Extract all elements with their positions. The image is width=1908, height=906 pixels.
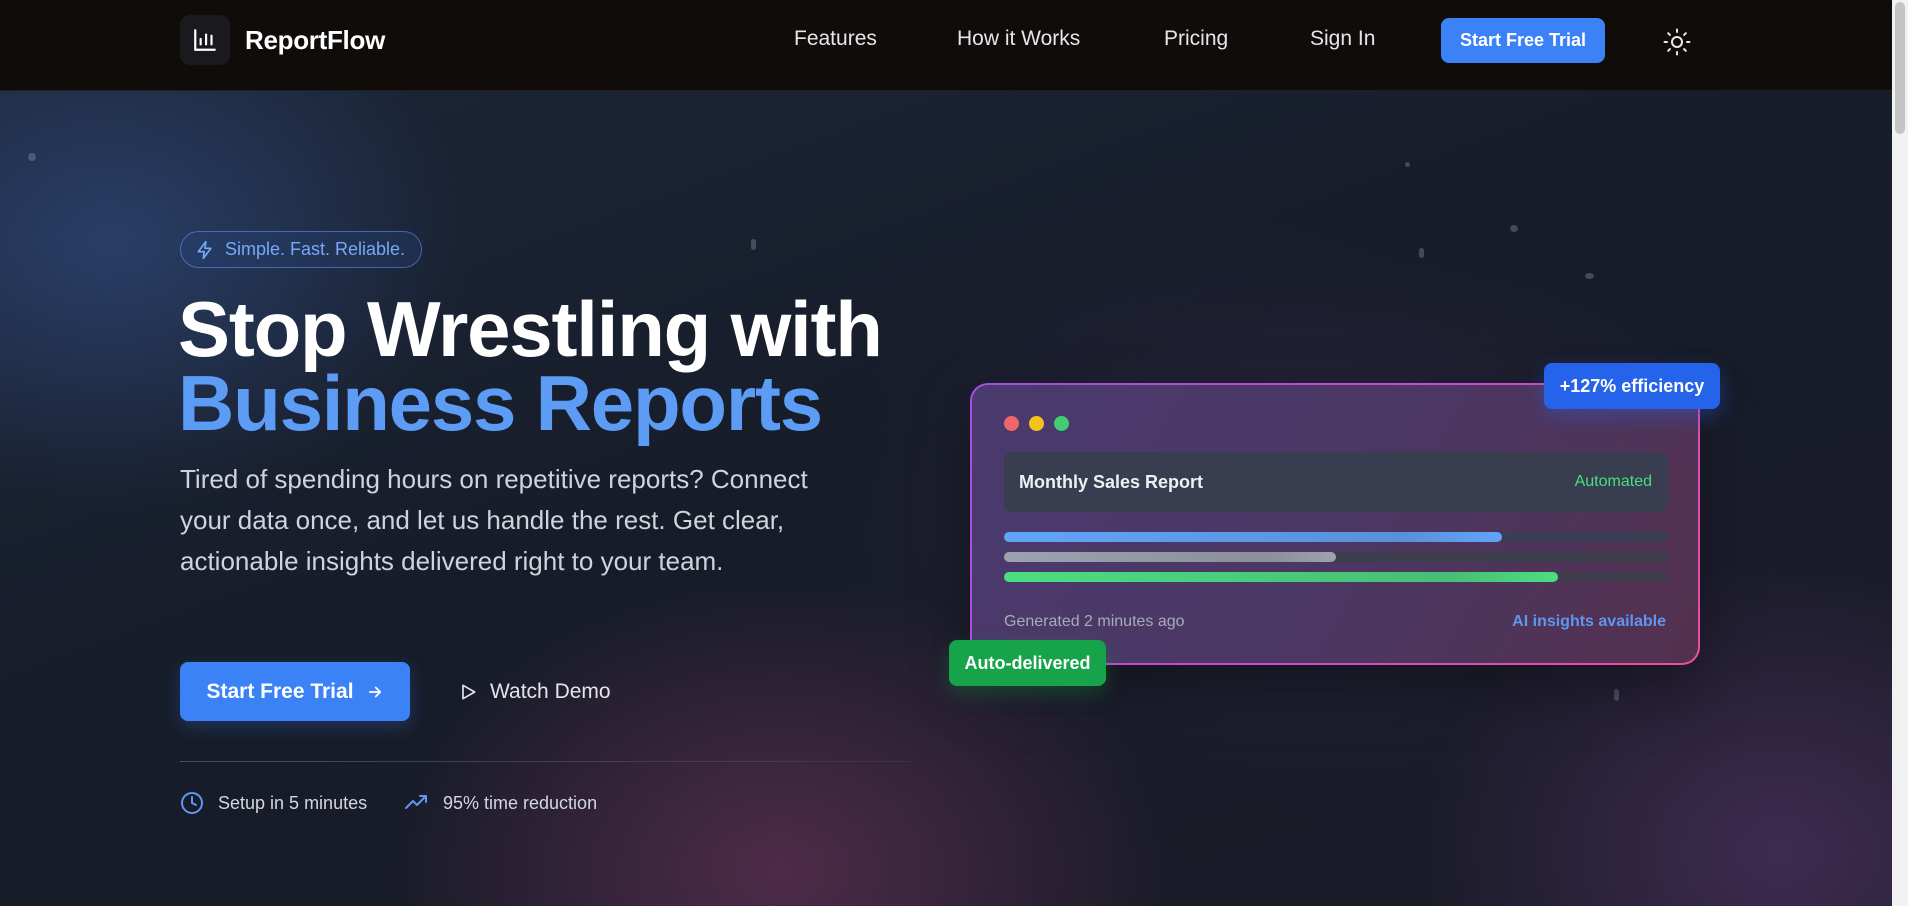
watch-demo-label: Watch Demo: [490, 679, 611, 703]
progress-fill: [1004, 572, 1559, 582]
progress-fill: [1004, 532, 1502, 542]
decor-dot: [1585, 273, 1594, 279]
clock-icon: [181, 792, 203, 814]
nav-link-pricing[interactable]: Pricing: [1164, 27, 1228, 51]
decor-dot: [1510, 225, 1518, 232]
nav-start-trial-button[interactable]: Start Free Trial: [1441, 18, 1605, 63]
stat-reduction-label: 95% time reduction: [443, 792, 598, 813]
stat-setup-label: Setup in 5 minutes: [218, 792, 368, 813]
page-scrollbar[interactable]: [1892, 0, 1908, 906]
report-title: Monthly Sales Report: [1019, 472, 1204, 492]
sun-icon[interactable]: [1662, 27, 1692, 57]
scrollbar-thumb[interactable]: [1895, 2, 1905, 134]
report-preview-card: Monthly Sales Report Automated Generated…: [970, 383, 1700, 665]
decor-dot: [1419, 248, 1424, 258]
progress-bar: [1004, 532, 1668, 542]
window-close-dot: [1004, 416, 1019, 431]
headline-line-2: Business Reports: [178, 359, 823, 447]
trending-up-icon: [405, 795, 427, 809]
lightning-icon: [197, 240, 212, 259]
hero-divider: [180, 761, 910, 762]
nav-link-features[interactable]: Features: [794, 27, 877, 51]
progress-fill: [1004, 552, 1336, 562]
auto-delivered-badge: Auto-delivered: [949, 640, 1106, 686]
start-trial-label: Start Free Trial: [206, 679, 354, 703]
start-trial-button[interactable]: Start Free Trial: [180, 662, 410, 721]
progress-bar: [1004, 552, 1668, 562]
arrow-right-icon: [368, 686, 381, 697]
watch-demo-button[interactable]: Watch Demo: [458, 662, 611, 721]
top-navbar: ReportFlow Features How it Works Pricing…: [0, 0, 1892, 91]
generated-timestamp: Generated 2 minutes ago: [1004, 613, 1185, 630]
badge-label: Simple. Fast. Reliable.: [225, 239, 406, 259]
decor-dot: [28, 153, 36, 161]
hero-tagline-badge: Simple. Fast. Reliable.: [180, 231, 423, 268]
hero-subtitle: Tired of spending hours on repetitive re…: [180, 464, 808, 576]
nav-link-sign-in[interactable]: Sign In: [1310, 27, 1375, 51]
ai-insights-link[interactable]: AI insights available: [1512, 613, 1666, 631]
stat-time-reduction: 95% time reduction: [403, 791, 597, 815]
headline-line-1: Stop Wrestling with: [178, 285, 883, 373]
progress-bar: [1004, 572, 1668, 582]
window-minimize-dot: [1029, 416, 1044, 431]
stat-setup-time: Setup in 5 minutes: [180, 791, 367, 815]
nav-link-how-it-works[interactable]: How it Works: [957, 27, 1080, 51]
play-icon: [462, 684, 476, 699]
decor-dot: [751, 239, 756, 250]
decor-dot: [1405, 162, 1410, 167]
decor-dot: [1614, 689, 1619, 701]
report-status-badge: Automated: [1574, 473, 1652, 490]
nav-links: Features How it Works Pricing Sign In: [0, 0, 1892, 80]
window-maximize-dot: [1054, 416, 1069, 431]
report-item: Monthly Sales Report Automated: [1004, 452, 1668, 512]
efficiency-badge: +127% efficiency: [1544, 363, 1720, 409]
